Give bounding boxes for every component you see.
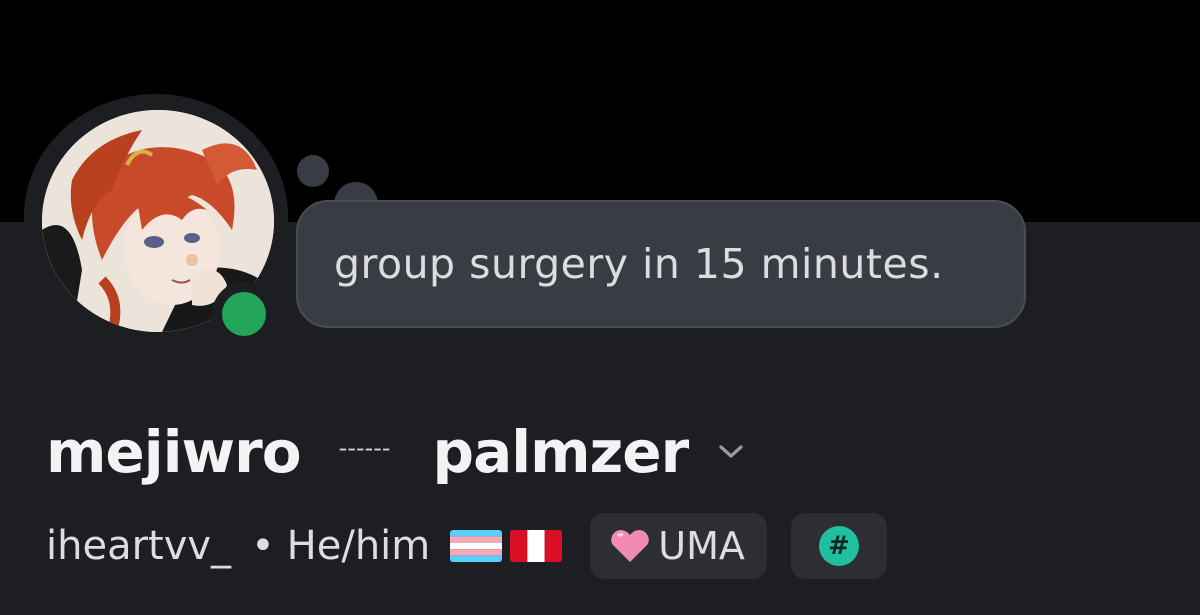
display-name-separator: ------ (338, 434, 391, 462)
chevron-down-icon[interactable] (714, 435, 748, 469)
display-name-row[interactable]: mejiwro ------ palmzer (46, 412, 748, 492)
display-name-first: mejiwro (46, 418, 302, 486)
peru-flag-icon (510, 530, 563, 562)
profile-subline: iheartvv_ • He/him UMA # (46, 512, 887, 580)
hashtag-badge[interactable]: # (790, 513, 887, 579)
uma-badge-label: UMA (658, 524, 745, 568)
pronouns: He/him (286, 523, 431, 569)
custom-status-text: group surgery in 15 minutes. (334, 240, 944, 288)
online-status-icon (222, 292, 266, 336)
uma-badge[interactable]: UMA (590, 513, 767, 579)
pink-heart-icon (610, 528, 650, 564)
transgender-flag-icon (450, 530, 503, 562)
custom-status-bubble[interactable]: group surgery in 15 minutes. (296, 200, 1026, 328)
thought-bubble-dot-small (297, 155, 329, 187)
username[interactable]: iheartvv_ (46, 523, 231, 569)
hashtag-icon: # (818, 526, 859, 566)
display-name-second: palmzer (432, 418, 690, 486)
bullet-separator: • (251, 523, 275, 569)
